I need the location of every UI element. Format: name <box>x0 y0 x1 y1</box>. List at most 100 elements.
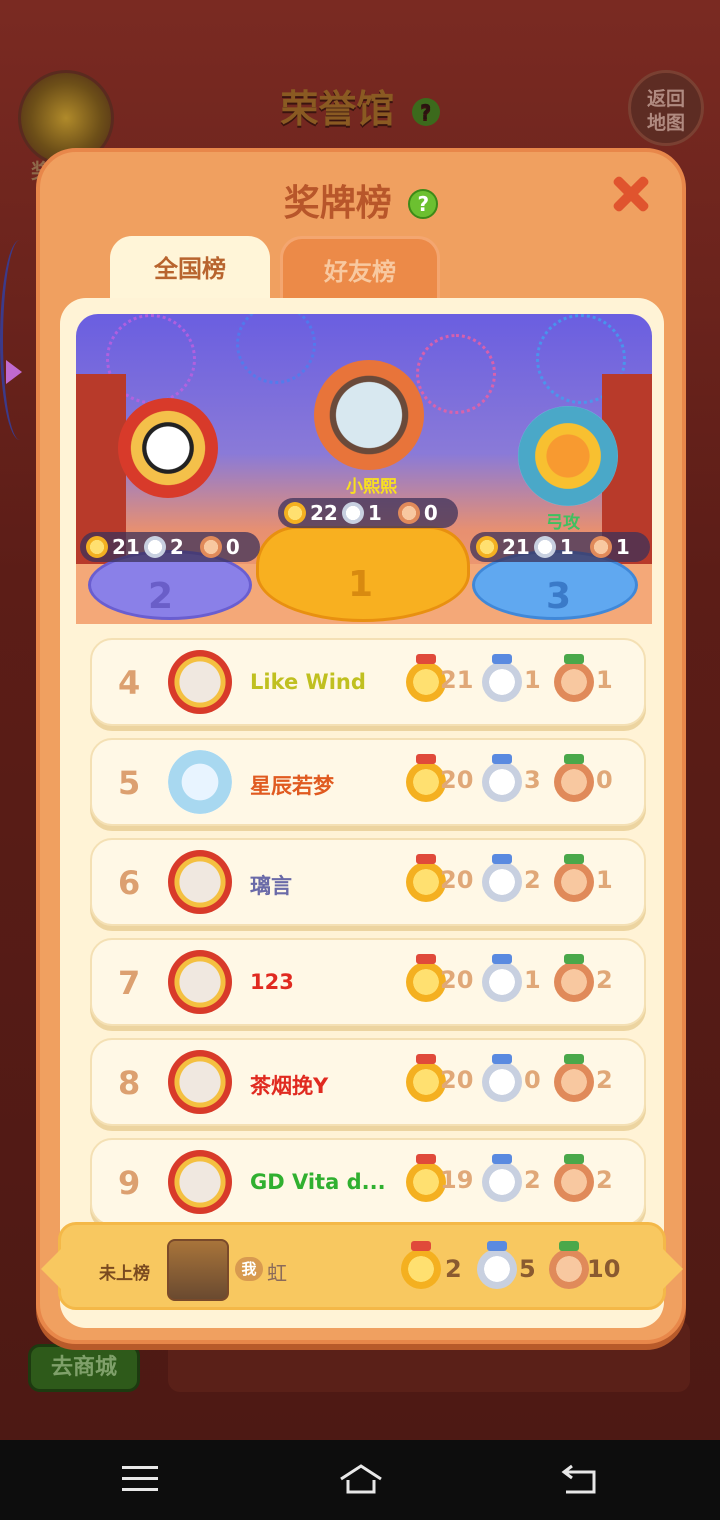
gold-count: 20 <box>440 966 474 994</box>
bronze-medal-icon <box>589 536 612 558</box>
me-badge: 我 <box>235 1257 263 1281</box>
silver-medal-icon <box>482 1154 522 1202</box>
bronze-count: 1 <box>596 666 613 694</box>
silver-medal-icon <box>482 854 522 902</box>
rank-number: 9 <box>118 1164 141 1202</box>
gold-count: 20 <box>440 866 474 894</box>
firework-decoration <box>236 314 316 384</box>
menu-icon[interactable] <box>122 1466 158 1494</box>
rank-number: 6 <box>118 864 141 902</box>
rank-number: 7 <box>118 964 141 1002</box>
player-avatar[interactable] <box>168 1150 232 1214</box>
tab-friends[interactable]: 好友榜 <box>280 236 440 302</box>
silver-medal-icon <box>341 502 364 524</box>
my-ranking-row: 未上榜 我 虹 2 5 10 <box>41 1222 683 1310</box>
stand-number-2: 2 <box>148 576 174 617</box>
ranking-row[interactable]: 8 茶烟挽Y 20 0 2 <box>90 1038 646 1126</box>
player-avatar[interactable] <box>168 750 232 814</box>
bronze-medal-icon <box>549 1241 589 1289</box>
podium: 2 1 3 小熙熙 弓攻 22 1 0 21 2 0 21 1 1 <box>76 314 652 624</box>
player-name: 123 <box>250 970 294 994</box>
rank-number: 4 <box>118 664 141 702</box>
leaderboard-content: 2 1 3 小熙熙 弓攻 22 1 0 21 2 0 21 1 1 4 Like… <box>60 298 664 1328</box>
close-icon[interactable] <box>608 172 652 216</box>
player-avatar[interactable] <box>168 650 232 714</box>
player-name-rank-1: 小熙熙 <box>346 477 397 497</box>
decoration-string <box>0 240 40 440</box>
medal-counts-rank-1: 22 1 0 <box>278 498 458 528</box>
gold-count: 21 <box>112 535 140 559</box>
ranking-row[interactable]: 4 Like Wind 21 1 1 <box>90 638 646 726</box>
help-icon: ? <box>411 97 440 126</box>
silver-medal-icon <box>482 954 522 1002</box>
player-avatar[interactable] <box>168 950 232 1014</box>
bronze-count: 2 <box>596 966 613 994</box>
silver-medal-icon <box>533 536 556 558</box>
bronze-count: 0 <box>225 535 240 559</box>
silver-count: 2 <box>524 866 541 894</box>
player-name: Like Wind <box>250 670 366 694</box>
gold-count: 20 <box>440 1066 474 1094</box>
silver-medal-icon <box>477 1241 517 1289</box>
my-avatar[interactable] <box>167 1239 229 1301</box>
return-map-button: 返回 地图 <box>628 70 704 146</box>
bronze-count: 2 <box>596 1066 613 1094</box>
silver-medal-icon <box>482 1054 522 1102</box>
ranking-row[interactable]: 7 123 20 1 2 <box>90 938 646 1026</box>
medal-counts-rank-3: 21 1 1 <box>470 532 650 562</box>
player-avatar[interactable] <box>168 850 232 914</box>
panel-title-text: 奖牌榜 <box>283 183 392 224</box>
bronze-medal-icon <box>554 654 594 702</box>
gold-count: 21 <box>440 666 474 694</box>
system-navigation-bar <box>0 1440 720 1520</box>
silver-count: 1 <box>559 535 574 559</box>
player-avatar[interactable] <box>168 1050 232 1114</box>
silver-count: 1 <box>524 666 541 694</box>
my-name: 虹 <box>267 1261 287 1285</box>
player-name: GD Vita d... <box>250 1170 386 1194</box>
home-icon[interactable] <box>338 1462 384 1496</box>
gold-medal-icon <box>476 536 498 558</box>
side-arrow-icon <box>6 360 22 384</box>
bronze-medal-icon <box>554 1154 594 1202</box>
help-icon[interactable]: ? <box>408 189 439 219</box>
avatar-rank-1[interactable] <box>314 360 424 470</box>
bronze-medal-icon <box>554 854 594 902</box>
ranking-row[interactable]: 5 星辰若梦 20 3 0 <box>90 738 646 826</box>
rank-number: 8 <box>118 1064 141 1102</box>
avatar-rank-3[interactable] <box>518 406 618 506</box>
stand-number-1: 1 <box>348 564 374 605</box>
silver-count: 2 <box>169 535 184 559</box>
back-icon[interactable] <box>560 1464 600 1496</box>
player-name: 璃言 <box>250 874 292 898</box>
ranking-row[interactable]: 9 GD Vita d... 19 2 2 <box>90 1138 646 1226</box>
shop-button: 去商城 <box>28 1344 140 1392</box>
leaderboard-panel: 奖牌榜 ? 全国榜 好友榜 2 1 3 小熙熙 弓攻 22 1 0 21 2 0… <box>36 148 686 1344</box>
firework-decoration <box>416 334 496 414</box>
panel-title: 奖牌榜 ? <box>40 174 682 226</box>
tab-national[interactable]: 全国榜 <box>110 236 270 302</box>
bronze-medal-icon <box>397 502 420 524</box>
bronze-count: 1 <box>596 866 613 894</box>
ranking-row[interactable]: 6 璃言 20 2 1 <box>90 838 646 926</box>
my-gold-count: 2 <box>445 1255 462 1283</box>
my-silver-count: 5 <box>519 1255 536 1283</box>
gold-count: 19 <box>440 1166 474 1194</box>
gold-medal-icon <box>284 502 306 524</box>
hall-title-text: 荣誉馆 <box>280 87 395 131</box>
medal-counts-rank-2: 21 2 0 <box>80 532 260 562</box>
bronze-count: 2 <box>596 1166 613 1194</box>
bronze-medal-icon <box>554 1054 594 1102</box>
silver-medal-icon <box>482 754 522 802</box>
silver-count: 1 <box>367 501 382 525</box>
player-name: 星辰若梦 <box>250 774 334 798</box>
avatar-rank-2[interactable] <box>118 398 218 498</box>
stand-number-3: 3 <box>546 576 572 617</box>
player-name-rank-3: 弓攻 <box>546 513 580 533</box>
bronze-count: 1 <box>615 535 630 559</box>
silver-count: 3 <box>524 766 541 794</box>
bronze-count: 0 <box>423 501 438 525</box>
bronze-medal-icon <box>554 754 594 802</box>
gold-count: 22 <box>310 501 338 525</box>
silver-count: 1 <box>524 966 541 994</box>
